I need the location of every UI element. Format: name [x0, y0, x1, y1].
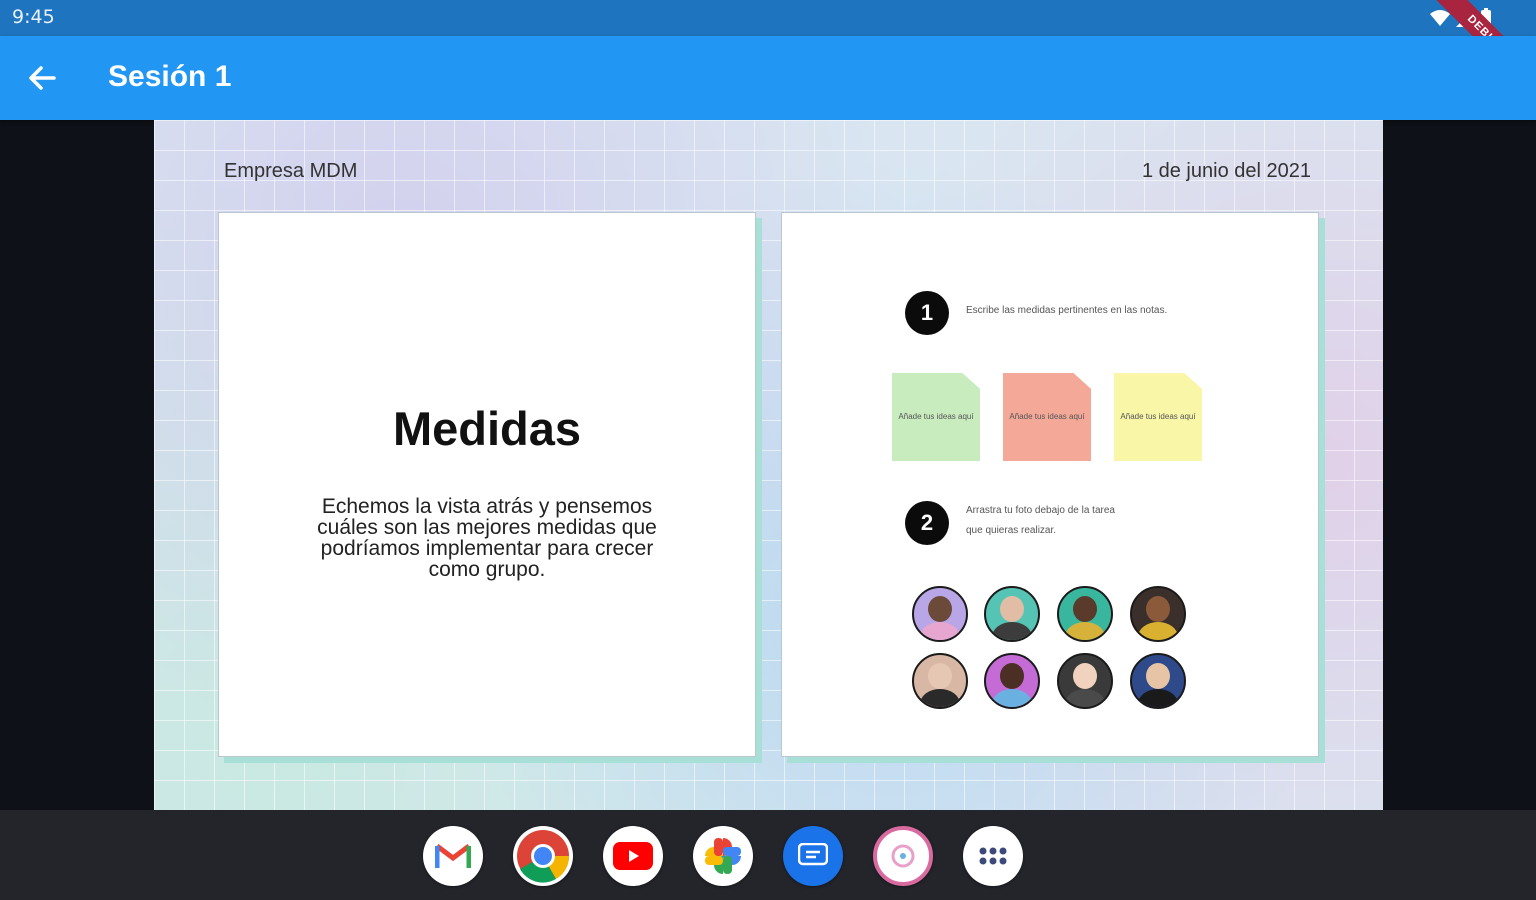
sticky-note-text: Añade tus ideas aquí: [1120, 412, 1196, 421]
avatar-3[interactable]: [1057, 586, 1113, 642]
avatar-7[interactable]: [1057, 653, 1113, 709]
status-time: 9:45: [12, 6, 55, 28]
avatar-body: [1138, 622, 1178, 640]
step-2-line-1: Arrastra tu foto debajo de la tarea: [966, 505, 1115, 516]
avatar-face: [1000, 663, 1024, 689]
avatar-body: [1065, 689, 1105, 707]
avatar-face: [928, 663, 952, 689]
arrow-left-icon: [29, 66, 56, 90]
presentation-canvas: Empresa MDM 1 de junio del 2021 Medidas …: [154, 120, 1383, 810]
presentation-date: 1 de junio del 2021: [1141, 160, 1311, 182]
avatar-2[interactable]: [984, 586, 1040, 642]
slide-left[interactable]: Medidas Echemos la vista atrás y pensemo…: [218, 212, 756, 757]
avatar-face: [928, 596, 952, 622]
step-2-number: 2: [905, 501, 949, 545]
avatar-body: [1138, 689, 1178, 707]
avatar-face: [1146, 663, 1170, 689]
step-2-line-2: que quieras realizar.: [966, 525, 1057, 536]
app-circle-icon[interactable]: [873, 826, 933, 886]
sticky-note-text: Añade tus ideas aquí: [898, 412, 974, 421]
avatar-face: [1073, 663, 1097, 689]
sticky-note-green[interactable]: Añade tus ideas aquí: [892, 373, 980, 461]
sticky-note-yellow[interactable]: Añade tus ideas aquí: [1114, 373, 1202, 461]
avatar-5[interactable]: [912, 653, 968, 709]
avatar-1[interactable]: [912, 586, 968, 642]
back-button[interactable]: [22, 58, 62, 98]
chrome-icon[interactable]: [513, 826, 573, 886]
avatar-body: [920, 689, 960, 707]
avatar-8[interactable]: [1130, 653, 1186, 709]
step-1-text: Escribe las medidas pertinentes en las n…: [966, 305, 1168, 316]
step-2-text: Arrastra tu foto debajo de la tarea que …: [966, 501, 1115, 541]
company-name: Empresa MDM: [224, 160, 358, 182]
messages-icon[interactable]: [783, 826, 843, 886]
step-1-number: 1: [905, 291, 949, 335]
avatar-body: [992, 689, 1032, 707]
taskbar: [0, 810, 1536, 900]
status-bar: 9:45 DEBUG: [0, 0, 1536, 101]
sticky-note-text: Añade tus ideas aquí: [1009, 412, 1085, 421]
avatar-body: [992, 622, 1032, 640]
gmail-icon[interactable]: [423, 826, 483, 886]
wifi-icon: [1430, 10, 1450, 26]
avatar-body: [1065, 622, 1105, 640]
avatar-6[interactable]: [984, 653, 1040, 709]
youtube-icon[interactable]: [603, 826, 663, 886]
page-title: Sesión 1: [108, 60, 232, 93]
photos-icon[interactable]: [693, 826, 753, 886]
avatar-body: [920, 622, 960, 640]
avatar-face: [1073, 596, 1097, 622]
avatar-4[interactable]: [1130, 586, 1186, 642]
sticky-note-red[interactable]: Añade tus ideas aquí: [1003, 373, 1091, 461]
slide-right[interactable]: 1 Escribe las medidas pertinentes en las…: [781, 212, 1319, 757]
slide-body: Echemos la vista atrás y pensemos cuáles…: [317, 495, 657, 581]
app-bar: Sesión 1: [0, 36, 1536, 120]
avatar-face: [1000, 596, 1024, 622]
slide-title: Medidas: [392, 402, 582, 455]
avatar-face: [1146, 596, 1170, 622]
apps-grid-icon[interactable]: [963, 826, 1023, 886]
